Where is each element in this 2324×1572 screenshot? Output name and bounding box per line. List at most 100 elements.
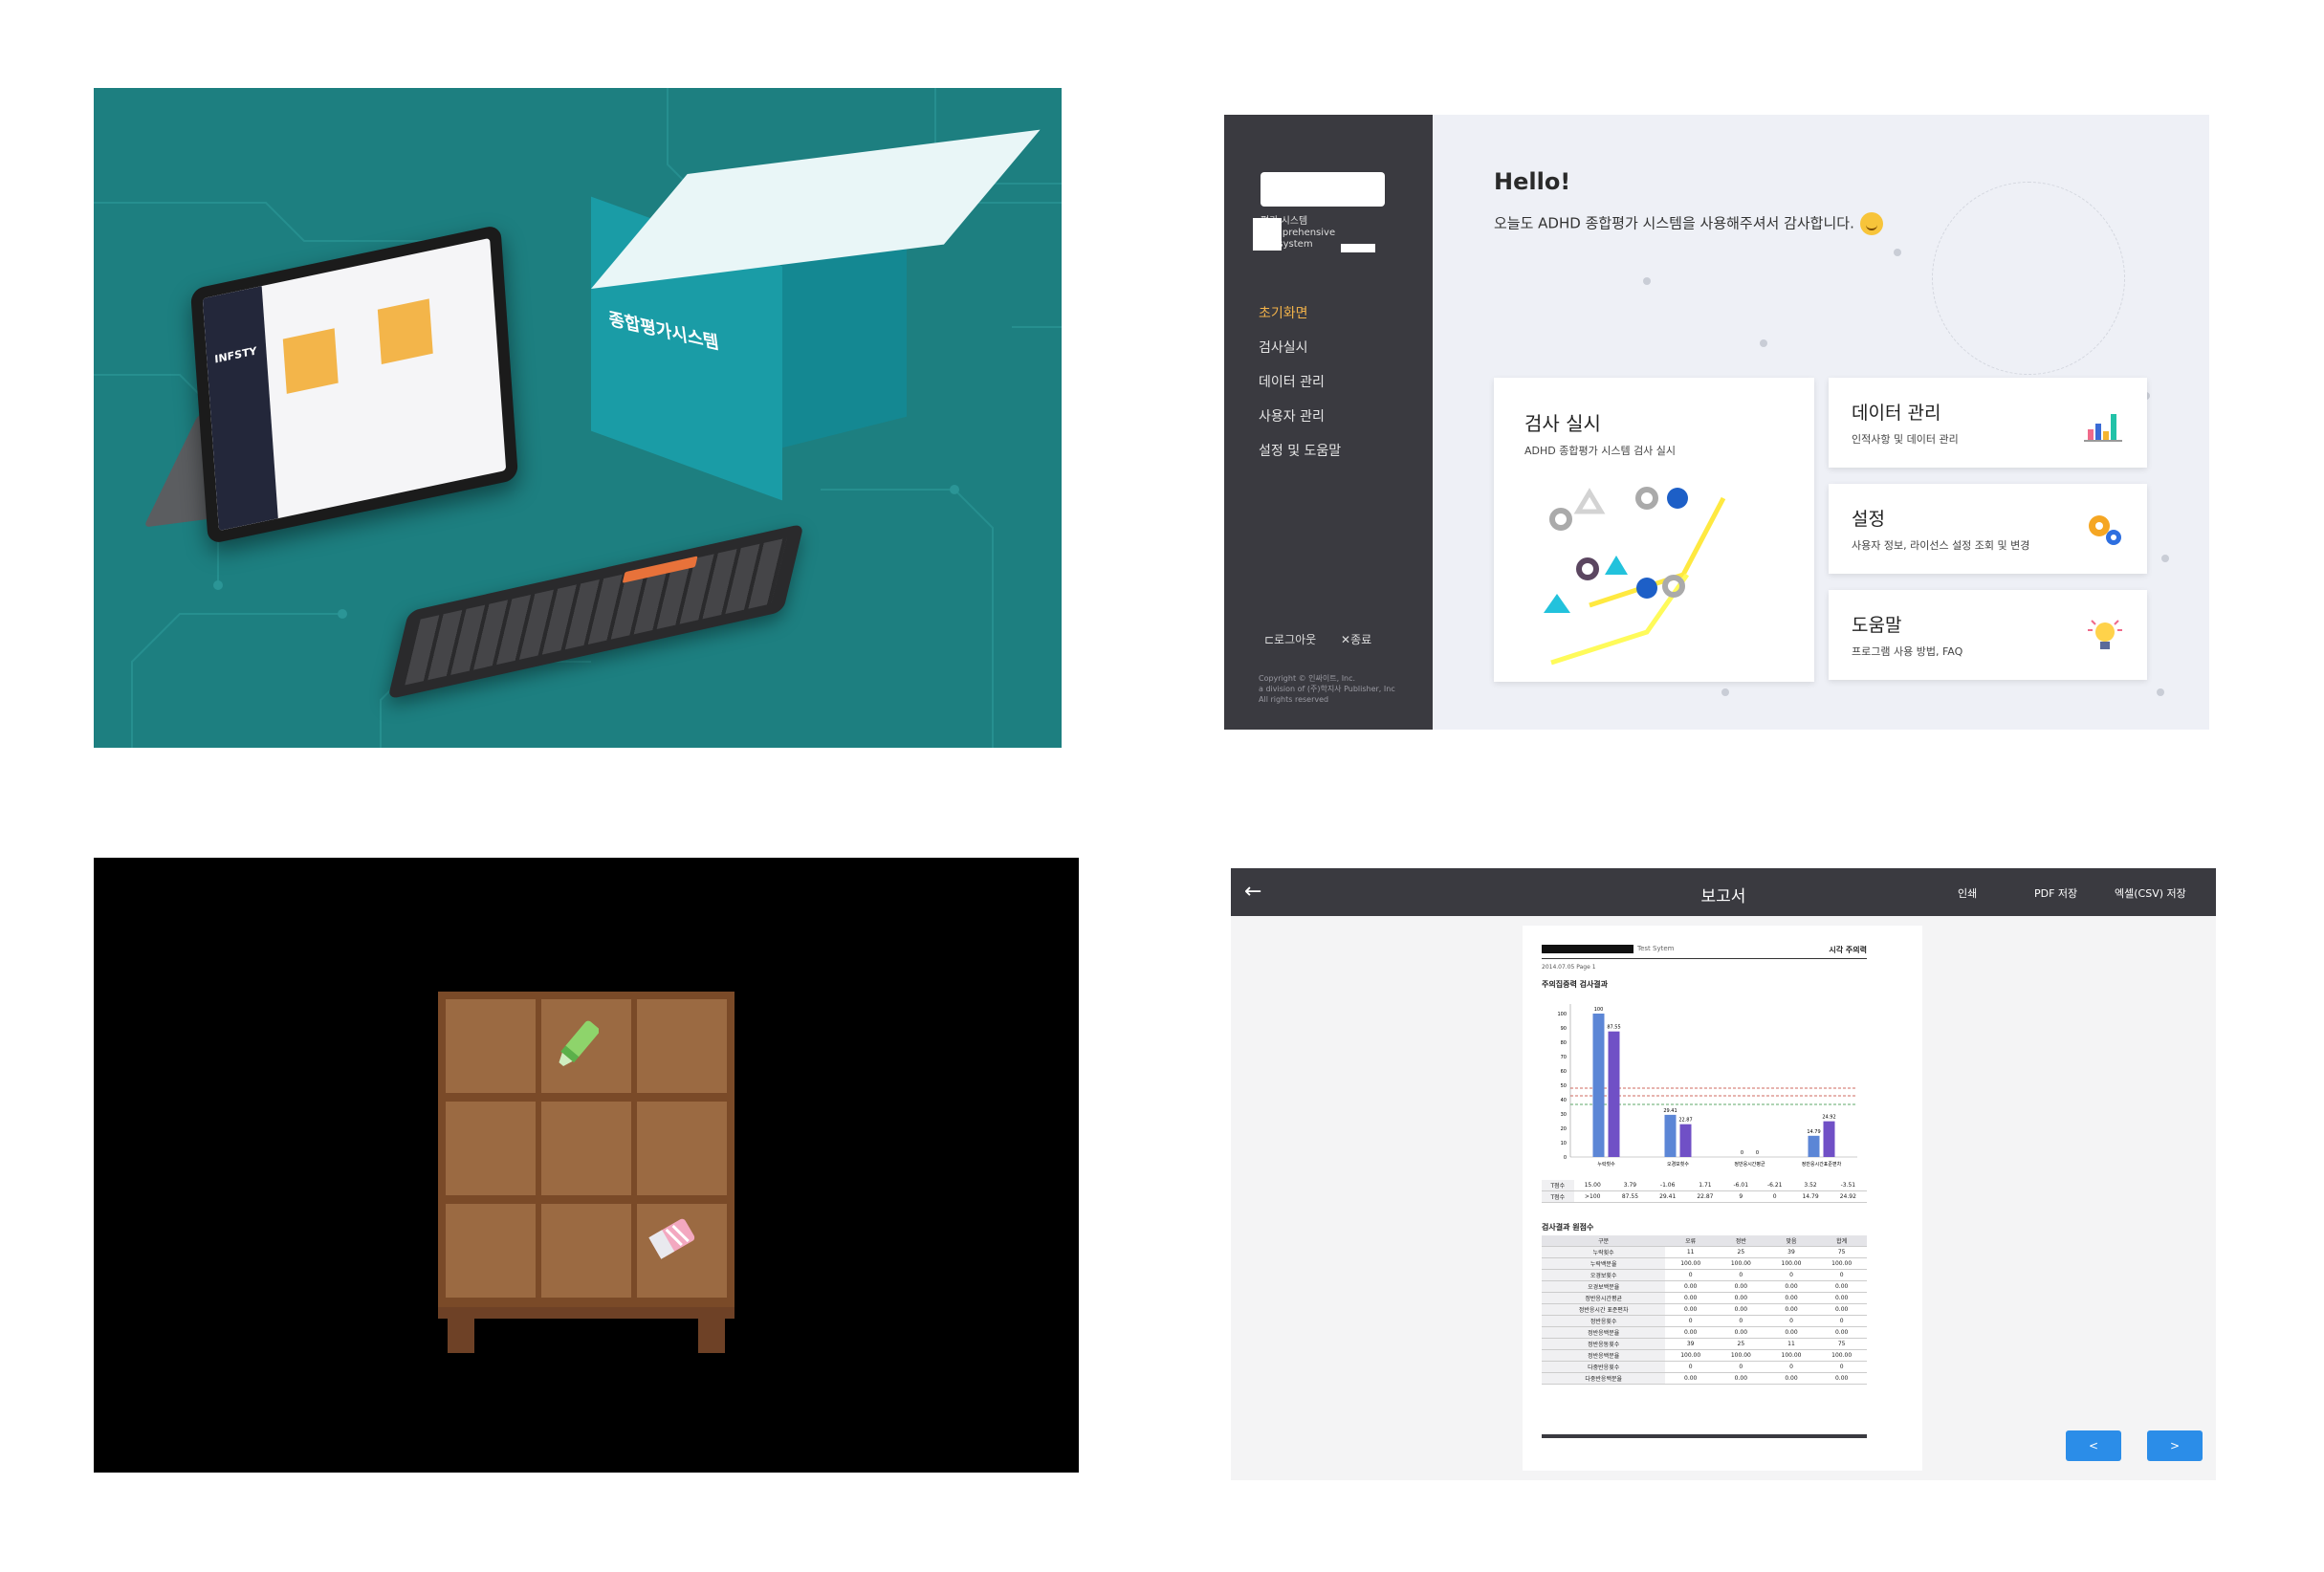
help-card[interactable]: 도움말 프로그램 사용 방법, FAQ: [1829, 590, 2147, 680]
section-title: 검사결과 원점수: [1542, 1223, 1594, 1232]
table-row: 다중반응백분율 0.00 0.00 0.00 0.00: [1542, 1372, 1867, 1385]
table-cell: 75: [1816, 1338, 1867, 1350]
table-cell: 100.00: [1816, 1257, 1867, 1270]
lightbulb-icon: [2088, 620, 2122, 649]
logout-button[interactable]: ⊏로그아웃: [1264, 633, 1316, 646]
settings-card[interactable]: 설정 사용자 정보, 라이선스 설정 조회 및 변경: [1829, 484, 2147, 574]
help-card-desc: 프로그램 사용 방법, FAQ: [1852, 645, 1963, 658]
cabinet-leg: [698, 1319, 725, 1353]
prev-page-button[interactable]: <: [2066, 1430, 2121, 1461]
table-cell: 25: [1716, 1246, 1766, 1258]
cabinet-cell[interactable]: [446, 999, 536, 1093]
chart-data-label: 87.55: [1607, 1025, 1620, 1031]
logo-line: 평가 시스템: [1261, 216, 1308, 227]
table-row: 정반응백분율 100.00 100.00 100.00 100.00: [1542, 1349, 1867, 1362]
logo-mark: [1253, 218, 1282, 251]
gears-icon: [2089, 515, 2121, 545]
redacted-header: [1542, 945, 1633, 953]
table-row: 오경보횟수 0 0 0 0: [1542, 1269, 1867, 1281]
table-cell: 0: [1716, 1315, 1766, 1327]
tablet-card: [377, 298, 433, 364]
table-cell: 0.00: [1765, 1292, 1817, 1304]
chart-bar: [1823, 1121, 1835, 1157]
table-cell: 정반응동횟수: [1542, 1338, 1666, 1350]
report-topbar: ← 보고서 인쇄 PDF 저장 엑셀(CSV) 저장: [1231, 868, 2216, 916]
logo-text: 평가 시스템 Comprehensive ion system: [1261, 216, 1404, 251]
game-screen: [94, 858, 1079, 1473]
attention-bar-chart: 10087.55누락횟수29.4122.87오경보횟수0 0정반응시간평균14.7…: [1557, 1004, 1857, 1168]
chart-tick-label: 40: [1561, 1098, 1567, 1103]
table-row: 정반응동횟수 39 25 11 75: [1542, 1338, 1867, 1350]
sidebar-nav: 초기화면 검사실시 데이터 관리 사용자 관리 설정 및 도움말: [1259, 296, 1341, 469]
cabinet-cell[interactable]: [446, 1102, 536, 1195]
chart-bar: [1664, 1114, 1677, 1157]
print-button[interactable]: 인쇄: [1958, 885, 1977, 901]
sidebar-item-test[interactable]: 검사실시: [1259, 331, 1341, 365]
table-cell: -3.51: [1829, 1180, 1867, 1191]
chart-category-label: 정반응시간평균: [1734, 1161, 1765, 1168]
table-row: 누락횟수 11 25 39 75: [1542, 1246, 1867, 1258]
table-cell: 0: [1816, 1269, 1867, 1281]
bar-chart-icon: [2084, 414, 2122, 442]
table-cell: 100.00: [1716, 1257, 1766, 1270]
chart-tick-label: 20: [1561, 1126, 1567, 1132]
sidebar-item-data[interactable]: 데이터 관리: [1259, 365, 1341, 400]
score-table: T점수 15.00 3.79 -1.06 1.71 -6.01 -6.21 3.…: [1542, 1180, 1867, 1203]
cabinet-cell[interactable]: [541, 1102, 631, 1195]
greeting-text: 오늘도 ADHD 종합평가 시스템을 사용해주셔서 감사합니다.: [1494, 214, 1854, 232]
chart-data-label: 29.41: [1663, 1108, 1677, 1114]
table-cell: 누락백분율: [1542, 1257, 1666, 1270]
table-cell: 오경보백분율: [1542, 1280, 1666, 1293]
table-cell: 0: [1816, 1361, 1867, 1373]
brain-illustration: [1932, 182, 2125, 375]
test-card[interactable]: 검사 실시 ADHD 종합평가 시스템 검사 실시: [1494, 378, 1814, 682]
logo-line: ion system: [1261, 239, 1313, 250]
table-cell: 0.00: [1716, 1292, 1766, 1304]
cabinet-cell[interactable]: [637, 999, 727, 1093]
cabinet-base: [438, 1307, 734, 1319]
help-card-title: 도움말: [1852, 615, 1902, 636]
chart-tick-label: 10: [1561, 1141, 1567, 1146]
data-card[interactable]: 데이터 관리 인적사항 및 데이터 관리: [1829, 378, 2147, 468]
table-cell: 0.00: [1765, 1326, 1817, 1339]
table-row: 정반응시간 표준편차 0.00 0.00 0.00 0.00: [1542, 1303, 1867, 1316]
table-cell: 0.00: [1816, 1280, 1867, 1293]
settings-card-desc: 사용자 정보, 라이선스 설정 조회 및 변경: [1852, 539, 2030, 552]
table-cell: 15.00: [1573, 1180, 1611, 1191]
sidebar-item-home[interactable]: 초기화면: [1259, 296, 1341, 331]
chart-tick-label: 30: [1561, 1112, 1567, 1118]
product-photo: INFSTY 종합평가시스템: [94, 88, 1062, 748]
copyright-line: Copyright © 인싸이트, Inc.: [1259, 674, 1356, 683]
chart-tick-label: 80: [1561, 1040, 1567, 1046]
pdf-save-button[interactable]: PDF 저장: [2034, 885, 2077, 901]
next-page-button[interactable]: >: [2147, 1430, 2203, 1461]
table-cell: 100.00: [1765, 1257, 1817, 1270]
header-divider: [1542, 958, 1867, 959]
table-cell: 정반응백분율: [1542, 1326, 1666, 1339]
cabinet-cell[interactable]: [541, 1204, 631, 1298]
table-cell: -1.06: [1649, 1180, 1687, 1191]
table-cell: 100.00: [1665, 1349, 1717, 1362]
cabinet-cell[interactable]: [637, 1102, 727, 1195]
table-row: 구분 오류 정반 맞음 합계: [1542, 1235, 1867, 1247]
section-title: 주의집중력 검사결과: [1542, 980, 1609, 989]
sidebar-item-settings[interactable]: 설정 및 도움말: [1259, 434, 1341, 469]
table-cell: 0.00: [1816, 1303, 1867, 1316]
table-row: T점수 >100 87.55 29.41 22.87 9 0 14.79 24.…: [1542, 1190, 1867, 1203]
chart-tick-label: 100: [1557, 1012, 1567, 1017]
sidebar-item-users[interactable]: 사용자 관리: [1259, 400, 1341, 434]
chart-tick-label: 60: [1561, 1069, 1567, 1075]
csv-save-button[interactable]: 엑셀(CSV) 저장: [2115, 885, 2186, 901]
table-cell: 0: [1665, 1269, 1717, 1281]
table-cell: 0.00: [1716, 1303, 1766, 1316]
data-card-desc: 인적사항 및 데이터 관리: [1852, 433, 1959, 446]
chart-tick-label: 90: [1561, 1026, 1567, 1032]
report-header-test: 시각 주의력: [1829, 946, 1867, 954]
exit-button[interactable]: ✕종료: [1341, 633, 1371, 646]
table-cell: 0.00: [1665, 1292, 1717, 1304]
green-marker-icon[interactable]: [557, 1015, 599, 1072]
greeting-subtitle: 오늘도 ADHD 종합평가 시스템을 사용해주셔서 감사합니다.: [1494, 212, 1883, 235]
cabinet-cell[interactable]: [446, 1204, 536, 1298]
chart-tick-label: 0: [1564, 1155, 1567, 1161]
pink-eraser-icon[interactable]: [648, 1216, 696, 1260]
